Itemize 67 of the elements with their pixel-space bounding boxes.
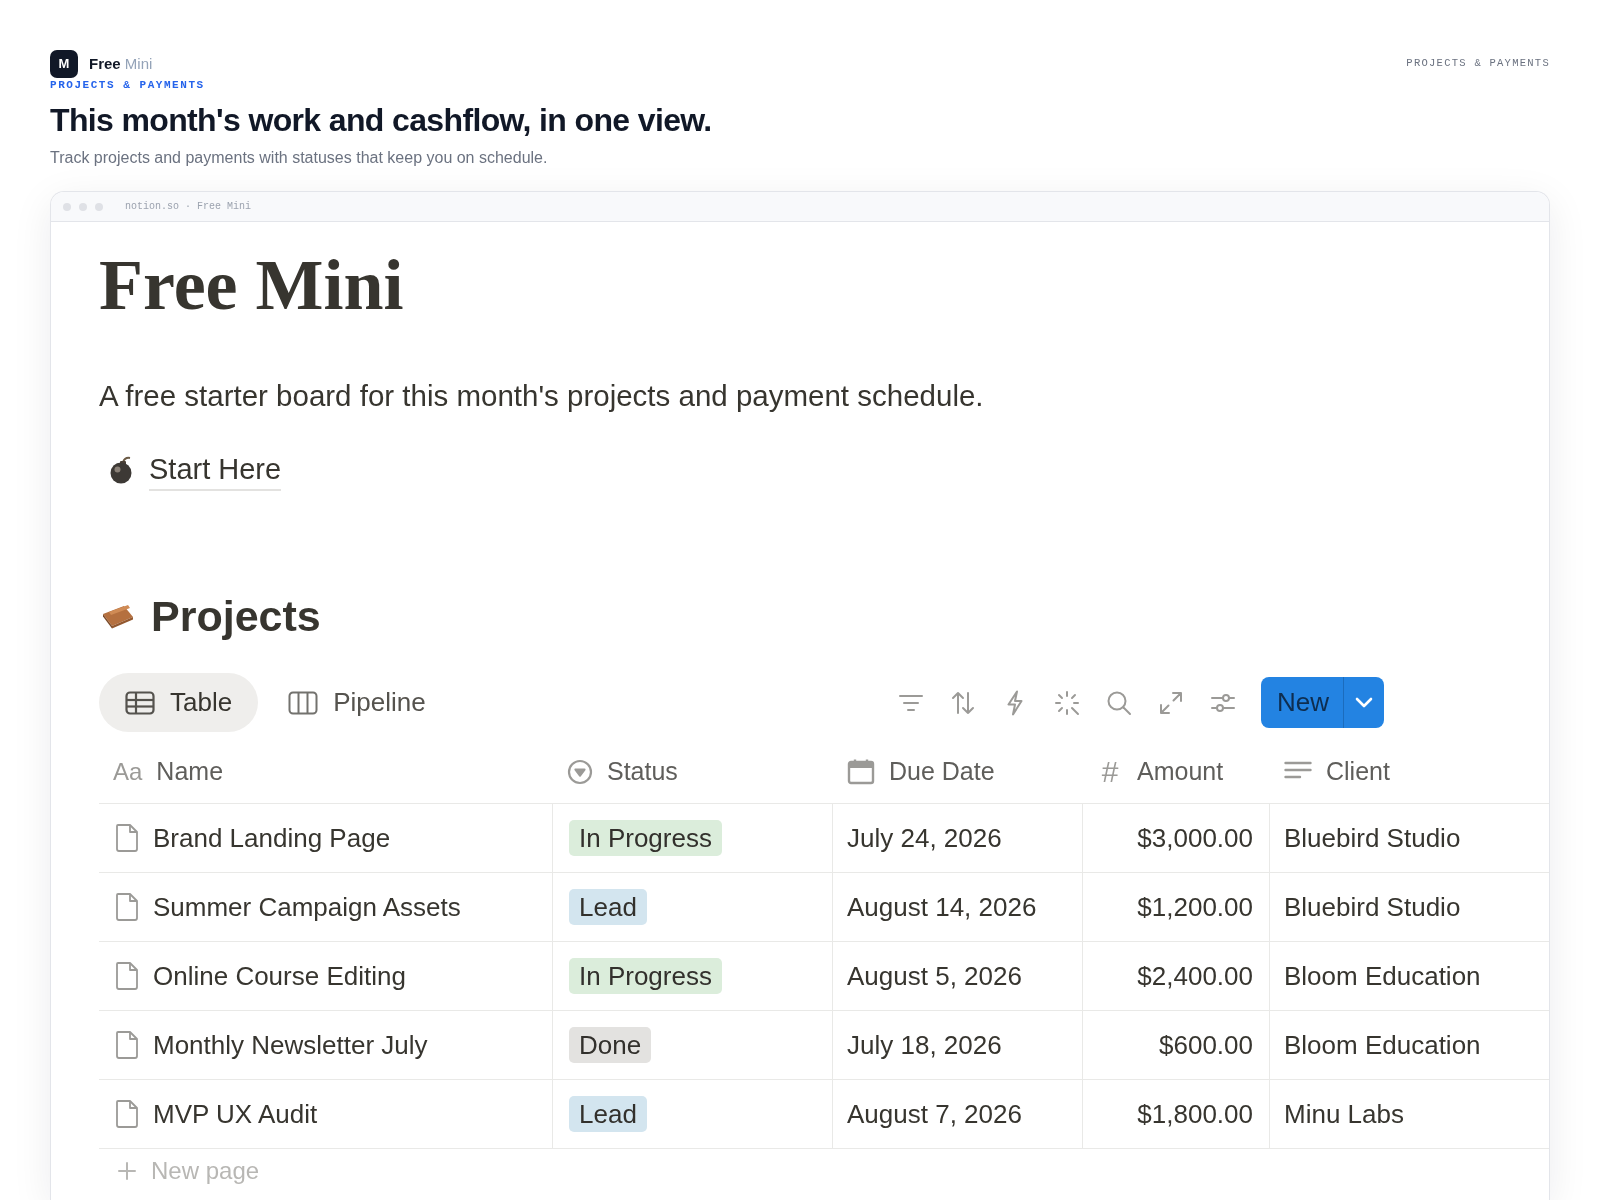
app-name: Free Mini [89, 53, 153, 74]
browser-address: notion.so · Free Mini [125, 200, 252, 214]
property-type-icon: Aa [113, 753, 143, 790]
column-header[interactable]: Client [1326, 752, 1390, 791]
page-icon [115, 892, 139, 922]
project-name[interactable]: Monthly Newsletter July [153, 1025, 428, 1065]
page-icon [115, 961, 139, 991]
search-icon [1106, 689, 1132, 716]
project-name[interactable]: MVP UX Audit [153, 1094, 318, 1134]
column-header[interactable]: Amount [1137, 752, 1224, 791]
due-date: July 24, 2026 [847, 821, 1002, 855]
sparkle-icon [1054, 689, 1080, 716]
filter-icon [898, 693, 924, 712]
calendar-icon [847, 758, 875, 785]
due-date: August 5, 2026 [847, 959, 1022, 993]
page-icon [115, 823, 139, 853]
app-logo: M [50, 50, 78, 78]
amount: $1,800.00 [1137, 1097, 1253, 1131]
plus-icon [117, 1161, 137, 1181]
project-name[interactable]: Summer Campaign Assets [153, 887, 461, 927]
start-here-link[interactable]: Start Here [149, 449, 282, 491]
column-header[interactable]: Status [607, 752, 678, 791]
package-icon [101, 603, 135, 629]
client-name: Bluebird Studio [1284, 890, 1461, 924]
new-button[interactable]: New [1261, 677, 1343, 728]
property-type-icon: # [1097, 749, 1123, 794]
view-tab[interactable]: Table [99, 673, 259, 732]
status-tag: Lead [569, 1096, 647, 1132]
hero-subtitle: Track projects and payments with statuses that keep you on schedule. [50, 148, 548, 168]
project-name[interactable]: Online Course Editing [153, 956, 406, 996]
sort-icon [951, 690, 975, 715]
chevron-down-icon [1355, 697, 1373, 708]
client-name: Minu Labs [1284, 1097, 1404, 1131]
amount: $1,200.00 [1137, 890, 1253, 924]
status-tag: Lead [569, 889, 647, 925]
bomb-icon [109, 456, 133, 484]
project-name[interactable]: Brand Landing Page [153, 818, 391, 858]
client-name: Bloom Education [1284, 1028, 1481, 1062]
expand-icon [1159, 690, 1183, 715]
page-description: A free starter board for this month's projects and payment schedule. [99, 378, 984, 414]
status-tag: In Progress [569, 820, 722, 856]
due-date: July 18, 2026 [847, 1028, 1002, 1062]
window-dots-icon [63, 202, 103, 211]
column-header[interactable]: Name [156, 752, 224, 791]
client-name: Bluebird Studio [1284, 821, 1461, 855]
section-heading: Projects [151, 591, 321, 641]
due-date: August 7, 2026 [847, 1097, 1022, 1131]
tagline: PROJECTS & PAYMENTS [50, 79, 205, 92]
client-name: Bloom Education [1284, 959, 1481, 993]
lightning-icon [1006, 689, 1024, 716]
page-icon [115, 1030, 139, 1060]
amount: $2,400.00 [1137, 959, 1253, 993]
table-icon [125, 690, 155, 715]
page-title: Free Mini [99, 247, 404, 323]
due-date: August 14, 2026 [847, 890, 1037, 924]
status-tag: Done [569, 1027, 652, 1063]
status-icon [567, 758, 593, 785]
columns-icon [288, 690, 319, 715]
new-options-button[interactable] [1343, 677, 1384, 728]
hero-heading: This month's work and cashflow, in one view. [50, 101, 712, 139]
column-header[interactable]: Due Date [889, 752, 995, 791]
amount: $3,000.00 [1137, 821, 1253, 855]
section-label: PROJECTS & PAYMENTS [1406, 56, 1550, 72]
page-icon [115, 1099, 139, 1129]
amount: $600.00 [1159, 1028, 1253, 1062]
status-tag: In Progress [569, 958, 722, 994]
view-tab[interactable]: Pipeline [262, 673, 452, 732]
